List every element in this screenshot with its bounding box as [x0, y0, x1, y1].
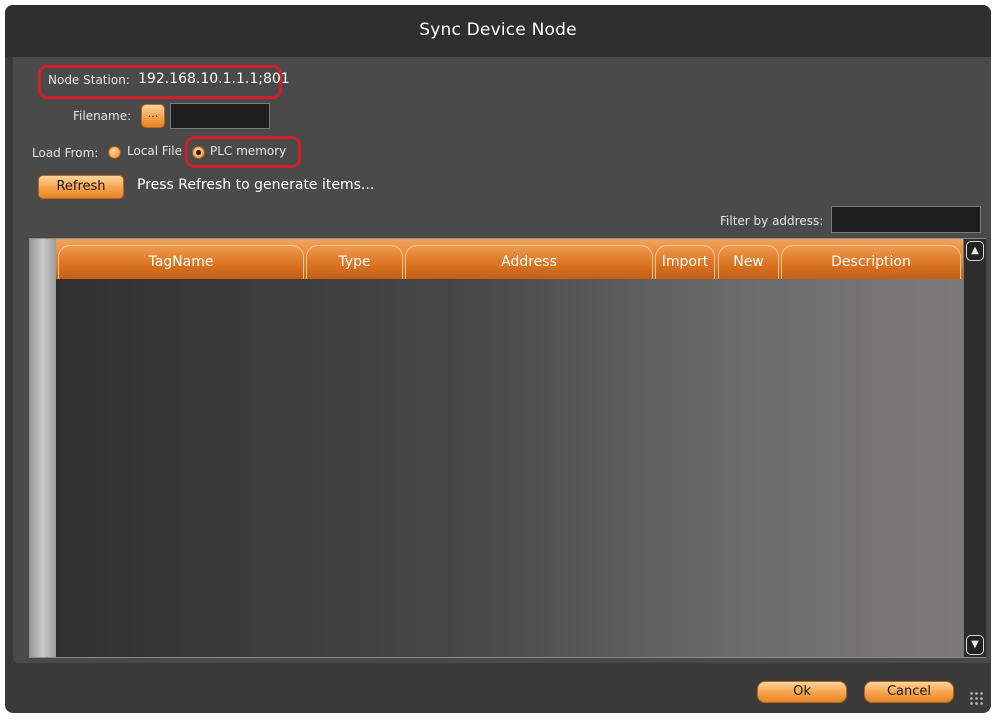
resize-grip-icon[interactable] — [969, 691, 985, 707]
filename-label: Filename: — [73, 109, 132, 123]
arrow-up-icon[interactable]: ▲ — [966, 241, 984, 261]
column-header-type[interactable]: Type — [306, 245, 403, 279]
filename-input[interactable] — [170, 103, 270, 129]
node-station-value: 192.168.10.1.1.1;801 — [138, 71, 290, 87]
column-header-address[interactable]: Address — [405, 245, 653, 279]
browse-button[interactable]: ... — [141, 104, 165, 128]
ok-button[interactable]: Ok — [757, 681, 847, 703]
dialog-title: Sync Device Node — [419, 20, 577, 40]
column-header-new[interactable]: New — [718, 245, 779, 279]
cancel-button[interactable]: Cancel — [864, 681, 954, 703]
local-file-radio[interactable] — [108, 146, 121, 159]
refresh-hint: Press Refresh to generate items... — [137, 177, 375, 193]
plc-memory-radio[interactable] — [192, 146, 205, 159]
load-from-label: Load From: — [32, 146, 99, 160]
row-header-strip — [30, 239, 56, 657]
vertical-scrollbar[interactable]: ▲ ▼ — [963, 239, 986, 657]
filter-label: Filter by address: — [720, 214, 824, 228]
arrow-down-icon[interactable]: ▼ — [966, 635, 984, 655]
tag-table[interactable]: TagName Type Address Import New Descript… — [29, 238, 986, 658]
column-header-import[interactable]: Import — [655, 245, 715, 279]
plc-memory-label[interactable]: PLC memory — [210, 144, 286, 158]
refresh-button[interactable]: Refresh — [38, 175, 124, 199]
local-file-label[interactable]: Local File — [127, 144, 182, 158]
filter-input[interactable] — [831, 206, 981, 233]
node-station-label: Node Station: — [48, 73, 130, 87]
sync-device-node-dialog: Sync Device Node Node Station: 192.168.1… — [5, 5, 991, 713]
column-header-tagname[interactable]: TagName — [58, 245, 304, 279]
column-header-description[interactable]: Description — [781, 245, 961, 279]
title-bar[interactable]: Sync Device Node — [5, 5, 991, 57]
